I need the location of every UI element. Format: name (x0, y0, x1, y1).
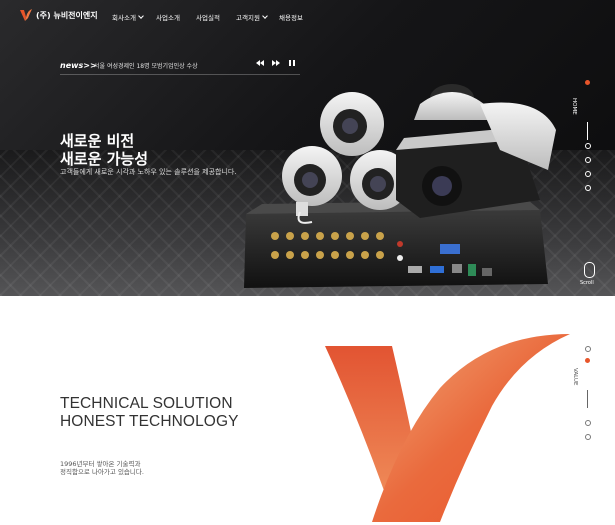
hero-title-line2: 새로운 가능성 (60, 150, 149, 168)
value-subtitle: 1996년부터 쌓아온 기술력과 정직함으로 나아가고 있습니다. (60, 460, 144, 476)
pagination-dot[interactable] (585, 420, 591, 426)
pagination-dot[interactable] (585, 434, 591, 440)
top-navigation: (주) 뉴비전이엔지 회사소개 사업소개 사업실적 고객지원 채용정보 (0, 0, 615, 34)
chevron-down-icon (138, 13, 144, 19)
hero-section: (주) 뉴비전이엔지 회사소개 사업소개 사업실적 고객지원 채용정보 news… (0, 0, 615, 296)
news-headline[interactable]: 서울 여성경제인 18명 모범기업인상 수상 (94, 61, 198, 70)
pagination-line (587, 390, 588, 408)
pagination-dot[interactable] (585, 171, 591, 177)
pagination-dot[interactable] (585, 157, 591, 163)
menu-label: 채용정보 (279, 14, 303, 22)
menu-item-support[interactable]: 고객지원 (236, 12, 279, 22)
menu-item-company[interactable]: 회사소개 (112, 12, 156, 22)
news-divider (60, 74, 300, 75)
value-title: TECHNICAL SOLUTION HONEST TECHNOLOGY (60, 395, 239, 431)
menu-label: 사업실적 (196, 14, 220, 22)
main-menu: 회사소개 사업소개 사업실적 고객지원 채용정보 (112, 12, 319, 22)
value-section: TECHNICAL SOLUTION HONEST TECHNOLOGY 199… (0, 296, 615, 525)
menu-item-projects[interactable]: 사업실적 (196, 12, 236, 22)
section-pagination-value: VALUE (572, 346, 592, 446)
section-pagination: HOME (571, 80, 592, 210)
value-title-line1: TECHNICAL SOLUTION (60, 395, 233, 412)
hero-title: 새로운 비전 새로운 가능성 (60, 132, 148, 168)
value-subtitle-line2: 정직함으로 나아가고 있습니다. (60, 468, 144, 476)
news-label: news>> (60, 60, 97, 70)
pagination-dot[interactable] (585, 143, 591, 149)
menu-item-careers[interactable]: 채용정보 (279, 12, 319, 22)
pause-icon[interactable] (288, 59, 296, 67)
next-icon[interactable] (272, 59, 280, 67)
menu-label: 회사소개 (112, 14, 136, 22)
menu-label: 고객지원 (236, 14, 260, 22)
logo-mark-icon (20, 9, 32, 21)
menu-label: 사업소개 (156, 14, 180, 22)
logo[interactable]: (주) 뉴비전이엔지 (20, 9, 98, 22)
hero-title-line1: 새로운 비전 (60, 132, 135, 150)
chevron-down-icon (262, 13, 268, 19)
pagination-dot-active[interactable] (585, 358, 590, 363)
pagination-label: HOME (571, 98, 577, 115)
value-title-line2: HONEST TECHNOLOGY (60, 413, 239, 430)
pagination-line (587, 122, 588, 140)
menu-item-business[interactable]: 사업소개 (156, 12, 196, 22)
value-subtitle-line1: 1996년부터 쌓아온 기술력과 (60, 460, 141, 468)
mouse-icon (584, 262, 595, 278)
company-name: (주) 뉴비전이엔지 (36, 11, 98, 20)
hero-subtitle: 고객들에게 새로운 시각과 노하우 있는 솔루션을 제공합니다. (60, 168, 237, 176)
news-controls (256, 59, 296, 67)
prev-icon[interactable] (256, 59, 264, 67)
pagination-dot[interactable] (585, 185, 591, 191)
scroll-indicator[interactable]: Scroll (580, 262, 598, 292)
pagination-dot-active[interactable] (585, 80, 590, 85)
scroll-label: Scroll (580, 280, 594, 286)
pagination-label: VALUE (572, 368, 578, 386)
pagination-dot[interactable] (585, 346, 591, 352)
